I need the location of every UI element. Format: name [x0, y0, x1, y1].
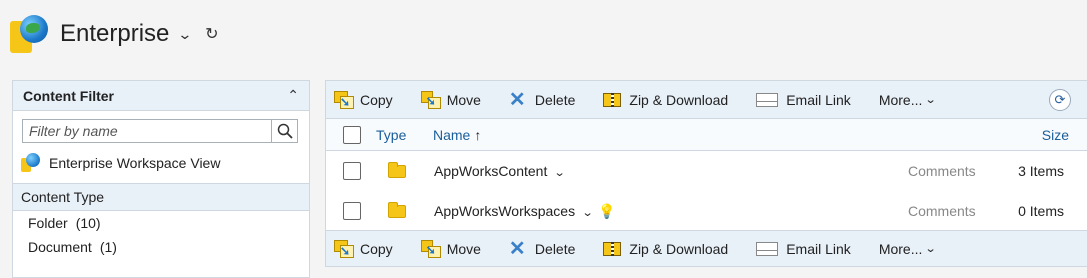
content-filter-header[interactable]: Content Filter ⌃ [13, 81, 309, 111]
copy-icon: ➘ [334, 239, 354, 258]
row-checkbox[interactable] [343, 162, 361, 180]
more-menu-button[interactable]: More... ⌄ [878, 91, 937, 108]
table-row[interactable]: AppWorksContent ⌄ Comments 3 Items [326, 151, 1087, 191]
page-title: Enterprise [60, 20, 170, 47]
more-label: More... [878, 240, 923, 257]
move-icon: ➘ [420, 239, 441, 258]
email-link-button[interactable]: Email Link [756, 91, 851, 109]
delete-button[interactable]: ✕ Delete [508, 88, 576, 111]
copy-label: Copy [360, 240, 393, 257]
content-type-folder[interactable]: Folder (10) [13, 211, 309, 235]
chevron-down-icon[interactable]: ⌄ [178, 26, 193, 43]
lightbulb-icon[interactable]: 💡 [598, 203, 615, 219]
zip-icon [603, 91, 623, 109]
row-name[interactable]: AppWorksWorkspaces ⌄ 💡 [434, 203, 616, 220]
search-icon [277, 123, 293, 139]
email-icon [756, 240, 780, 258]
content-type-count: (1) [99, 239, 117, 255]
workspace-view-label: Enterprise Workspace View [49, 155, 221, 171]
row-name[interactable]: AppWorksContent ⌄ [434, 163, 566, 179]
column-name[interactable]: Name ↑ [433, 127, 481, 143]
content-filter-title: Content Filter [23, 87, 114, 104]
content-type-header[interactable]: Content Type [13, 183, 309, 211]
workspace-view-icon [21, 153, 41, 173]
select-all-checkbox[interactable] [343, 125, 361, 144]
move-icon: ➘ [420, 90, 441, 109]
refresh-icon[interactable]: ↻ [205, 24, 218, 44]
workspace-view-link[interactable]: Enterprise Workspace View [21, 153, 309, 173]
delete-icon: ✕ [508, 237, 526, 260]
comments-link[interactable]: Comments [908, 203, 976, 219]
page-header: Enterprise ⌄ ↻ [8, 12, 219, 56]
chevron-up-icon[interactable]: ⌃ [287, 87, 299, 104]
delete-label: Delete [534, 240, 576, 257]
folder-icon [388, 162, 406, 178]
content-type-count: (10) [75, 215, 101, 231]
comments-link[interactable]: Comments [908, 163, 976, 179]
zip-label: Zip & Download [629, 91, 729, 108]
toolbar-bottom: ➘ Copy ➘ Move ✕ Delete Zip & Download Em… [326, 230, 1087, 266]
email-link-button[interactable]: Email Link [756, 240, 851, 258]
delete-button[interactable]: ✕ Delete [508, 237, 576, 260]
move-button[interactable]: ➘ Move [420, 90, 481, 109]
more-label: More... [878, 91, 923, 108]
zip-icon [603, 240, 623, 258]
sync-icon[interactable]: ⟳ [1049, 88, 1071, 111]
table-row[interactable]: AppWorksWorkspaces ⌄ 💡 Comments 0 Items [326, 191, 1087, 231]
content-type-label: Folder [28, 215, 68, 231]
delete-label: Delete [534, 91, 576, 108]
column-size[interactable]: Size [1042, 127, 1069, 143]
enterprise-logo-icon [8, 13, 50, 55]
zip-download-button[interactable]: Zip & Download [603, 91, 728, 109]
content-type-label: Document [28, 239, 92, 255]
filter-by-name-input[interactable] [23, 120, 271, 142]
delete-icon: ✕ [508, 88, 526, 111]
toolbar-top: ➘ Copy ➘ Move ✕ Delete Zip & Download Em… [326, 81, 1087, 119]
copy-button[interactable]: ➘ Copy [334, 90, 393, 109]
move-label: Move [446, 91, 481, 108]
content-filter-panel: Content Filter ⌃ Enterprise Workspace Vi… [12, 80, 310, 278]
column-name-label: Name [433, 126, 471, 143]
email-label: Email Link [786, 91, 851, 108]
row-size: 0 Items [1018, 203, 1064, 219]
move-label: Move [446, 240, 481, 257]
row-name-label: AppWorksWorkspaces [434, 202, 576, 219]
chevron-down-icon[interactable]: ⌄ [554, 166, 566, 179]
email-icon [756, 91, 780, 109]
sort-ascending-icon: ↑ [474, 126, 482, 143]
content-list-panel: ➘ Copy ➘ Move ✕ Delete Zip & Download Em… [325, 80, 1087, 267]
email-label: Email Link [786, 240, 851, 257]
column-header-row: Type Name ↑ Size [326, 119, 1087, 151]
row-checkbox[interactable] [343, 202, 361, 220]
chevron-down-icon: ⌄ [925, 243, 937, 255]
row-name-label: AppWorksContent [434, 163, 548, 179]
copy-button[interactable]: ➘ Copy [334, 239, 393, 258]
filter-search [22, 119, 298, 143]
more-menu-button[interactable]: More... ⌄ [878, 240, 937, 257]
search-button[interactable] [271, 120, 297, 142]
copy-label: Copy [360, 91, 393, 108]
content-type-document[interactable]: Document (1) [13, 235, 309, 259]
zip-label: Zip & Download [629, 240, 729, 257]
column-type[interactable]: Type [376, 127, 406, 143]
row-size: 3 Items [1018, 163, 1064, 179]
chevron-down-icon[interactable]: ⌄ [582, 206, 594, 219]
folder-icon [388, 202, 406, 218]
move-button[interactable]: ➘ Move [420, 239, 481, 258]
zip-download-button[interactable]: Zip & Download [603, 240, 728, 258]
copy-icon: ➘ [334, 90, 354, 109]
chevron-down-icon: ⌄ [925, 94, 937, 106]
